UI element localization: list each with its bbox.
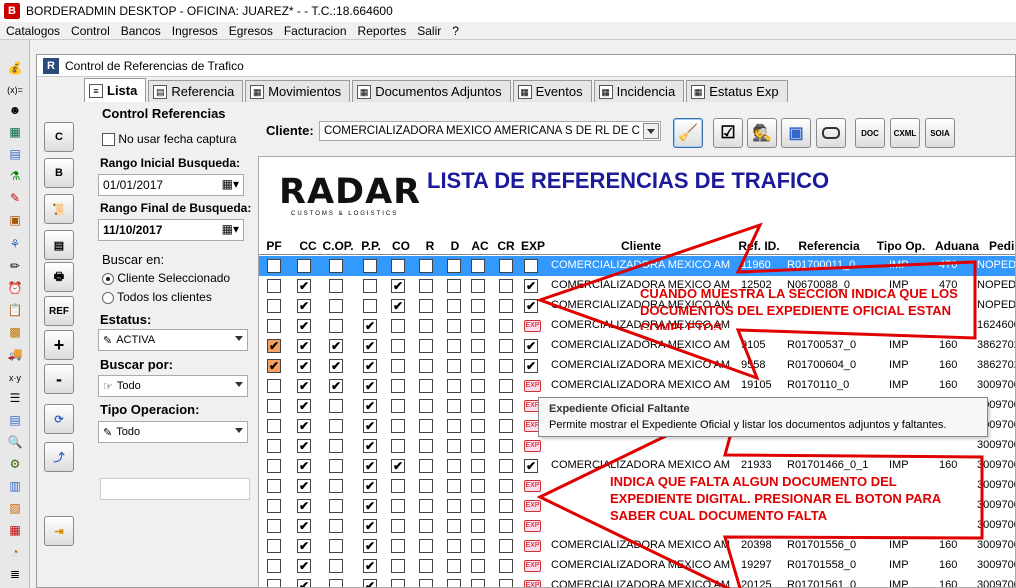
exp-tooltip: Expediente Oficial Faltante Permite most… — [538, 397, 988, 437]
annotation-complete-text: CUANDO MUESTRA LA SECCION INDICA QUE LOS… — [640, 286, 958, 330]
tooltip-title: Expediente Oficial Faltante — [549, 403, 690, 415]
tooltip-body: Permite mostrar el Expediente Oficial y … — [549, 419, 947, 431]
annotation-missing-text: INDICA QUE FALTA ALGUN DOCUMENTO DEL EXP… — [610, 474, 941, 523]
